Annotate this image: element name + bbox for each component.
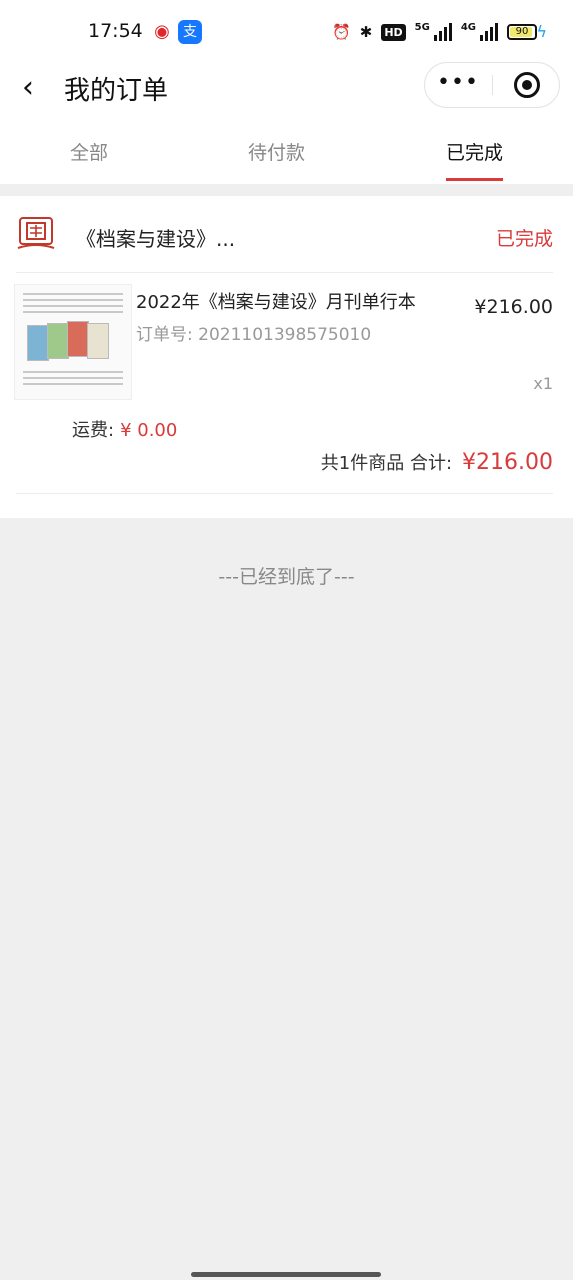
magazine-cover	[47, 323, 69, 359]
tab-all[interactable]: 全部	[70, 138, 108, 165]
clock: 17:54	[88, 20, 143, 42]
battery-icon: 90	[507, 24, 537, 40]
more-dots-icon[interactable]: •••	[425, 63, 491, 107]
tab-pending-payment[interactable]: 待付款	[248, 138, 305, 165]
total-amount: ¥216.00	[462, 450, 553, 475]
mini-program-capsule: •••	[424, 62, 560, 108]
product-thumbnail[interactable]	[14, 284, 132, 400]
thumb-text-line	[23, 299, 123, 301]
alipay-icon: 支	[178, 20, 202, 44]
page-title: 我的订单	[64, 76, 169, 106]
home-indicator[interactable]	[191, 1272, 381, 1277]
capsule-divider	[492, 75, 493, 95]
shipping-fee: 运费: ¥ 0.00	[72, 416, 177, 442]
order-total: 共1件商品 合计: ¥216.00	[321, 449, 553, 475]
order-number: 订单号: 2021101398575010	[136, 325, 372, 345]
target-close-icon[interactable]	[514, 72, 540, 98]
back-chevron-icon[interactable]: ‹	[22, 70, 34, 105]
end-of-list: ---已经到底了---	[218, 566, 355, 588]
magazine-cover	[87, 323, 109, 359]
divider	[16, 493, 553, 494]
total-label: 共1件商品 合计:	[320, 453, 453, 474]
status-icons: ⏰ ✱ HD 5G 4G 90	[332, 20, 537, 44]
network-5g: 5G	[414, 22, 430, 33]
active-tab-indicator	[446, 178, 503, 181]
shop-name[interactable]: 《档案与建设》...	[76, 223, 235, 252]
tab-completed[interactable]: 已完成	[446, 138, 503, 165]
magazine-cover	[67, 321, 89, 357]
thumb-text-line	[23, 311, 123, 313]
thumb-text-line	[23, 383, 123, 385]
signal-icon	[433, 23, 452, 41]
alarm-icon: ⏰	[332, 23, 351, 41]
thumb-text-line	[23, 293, 123, 295]
order-status: 已完成	[495, 228, 553, 250]
bluetooth-icon: ✱	[359, 23, 373, 41]
thumb-text-line	[23, 371, 123, 373]
magazine-cover	[27, 325, 49, 361]
product-price: ¥216.00	[474, 296, 553, 318]
network-4g: 4G	[460, 22, 476, 33]
battery-level: 90	[515, 26, 529, 37]
shipping-label: 运费:	[72, 420, 115, 441]
status-bar: 17:54 ◉ 支 ⏰ ✱ HD 5G 4G 90 ϟ	[0, 0, 573, 64]
divider	[16, 272, 553, 273]
thumb-text-line	[23, 377, 123, 379]
product-quantity: x1	[533, 374, 553, 393]
weibo-icon: ◉	[150, 20, 174, 44]
charging-icon: ϟ	[536, 22, 547, 41]
product-name[interactable]: 2022年《档案与建设》月刊单行本	[136, 288, 416, 314]
thumb-text-line	[23, 305, 123, 307]
shipping-value: ¥ 0.00	[120, 420, 178, 441]
signal-icon-2	[480, 23, 498, 41]
hd-icon: HD	[381, 23, 406, 41]
shop-logo-icon	[17, 217, 55, 249]
